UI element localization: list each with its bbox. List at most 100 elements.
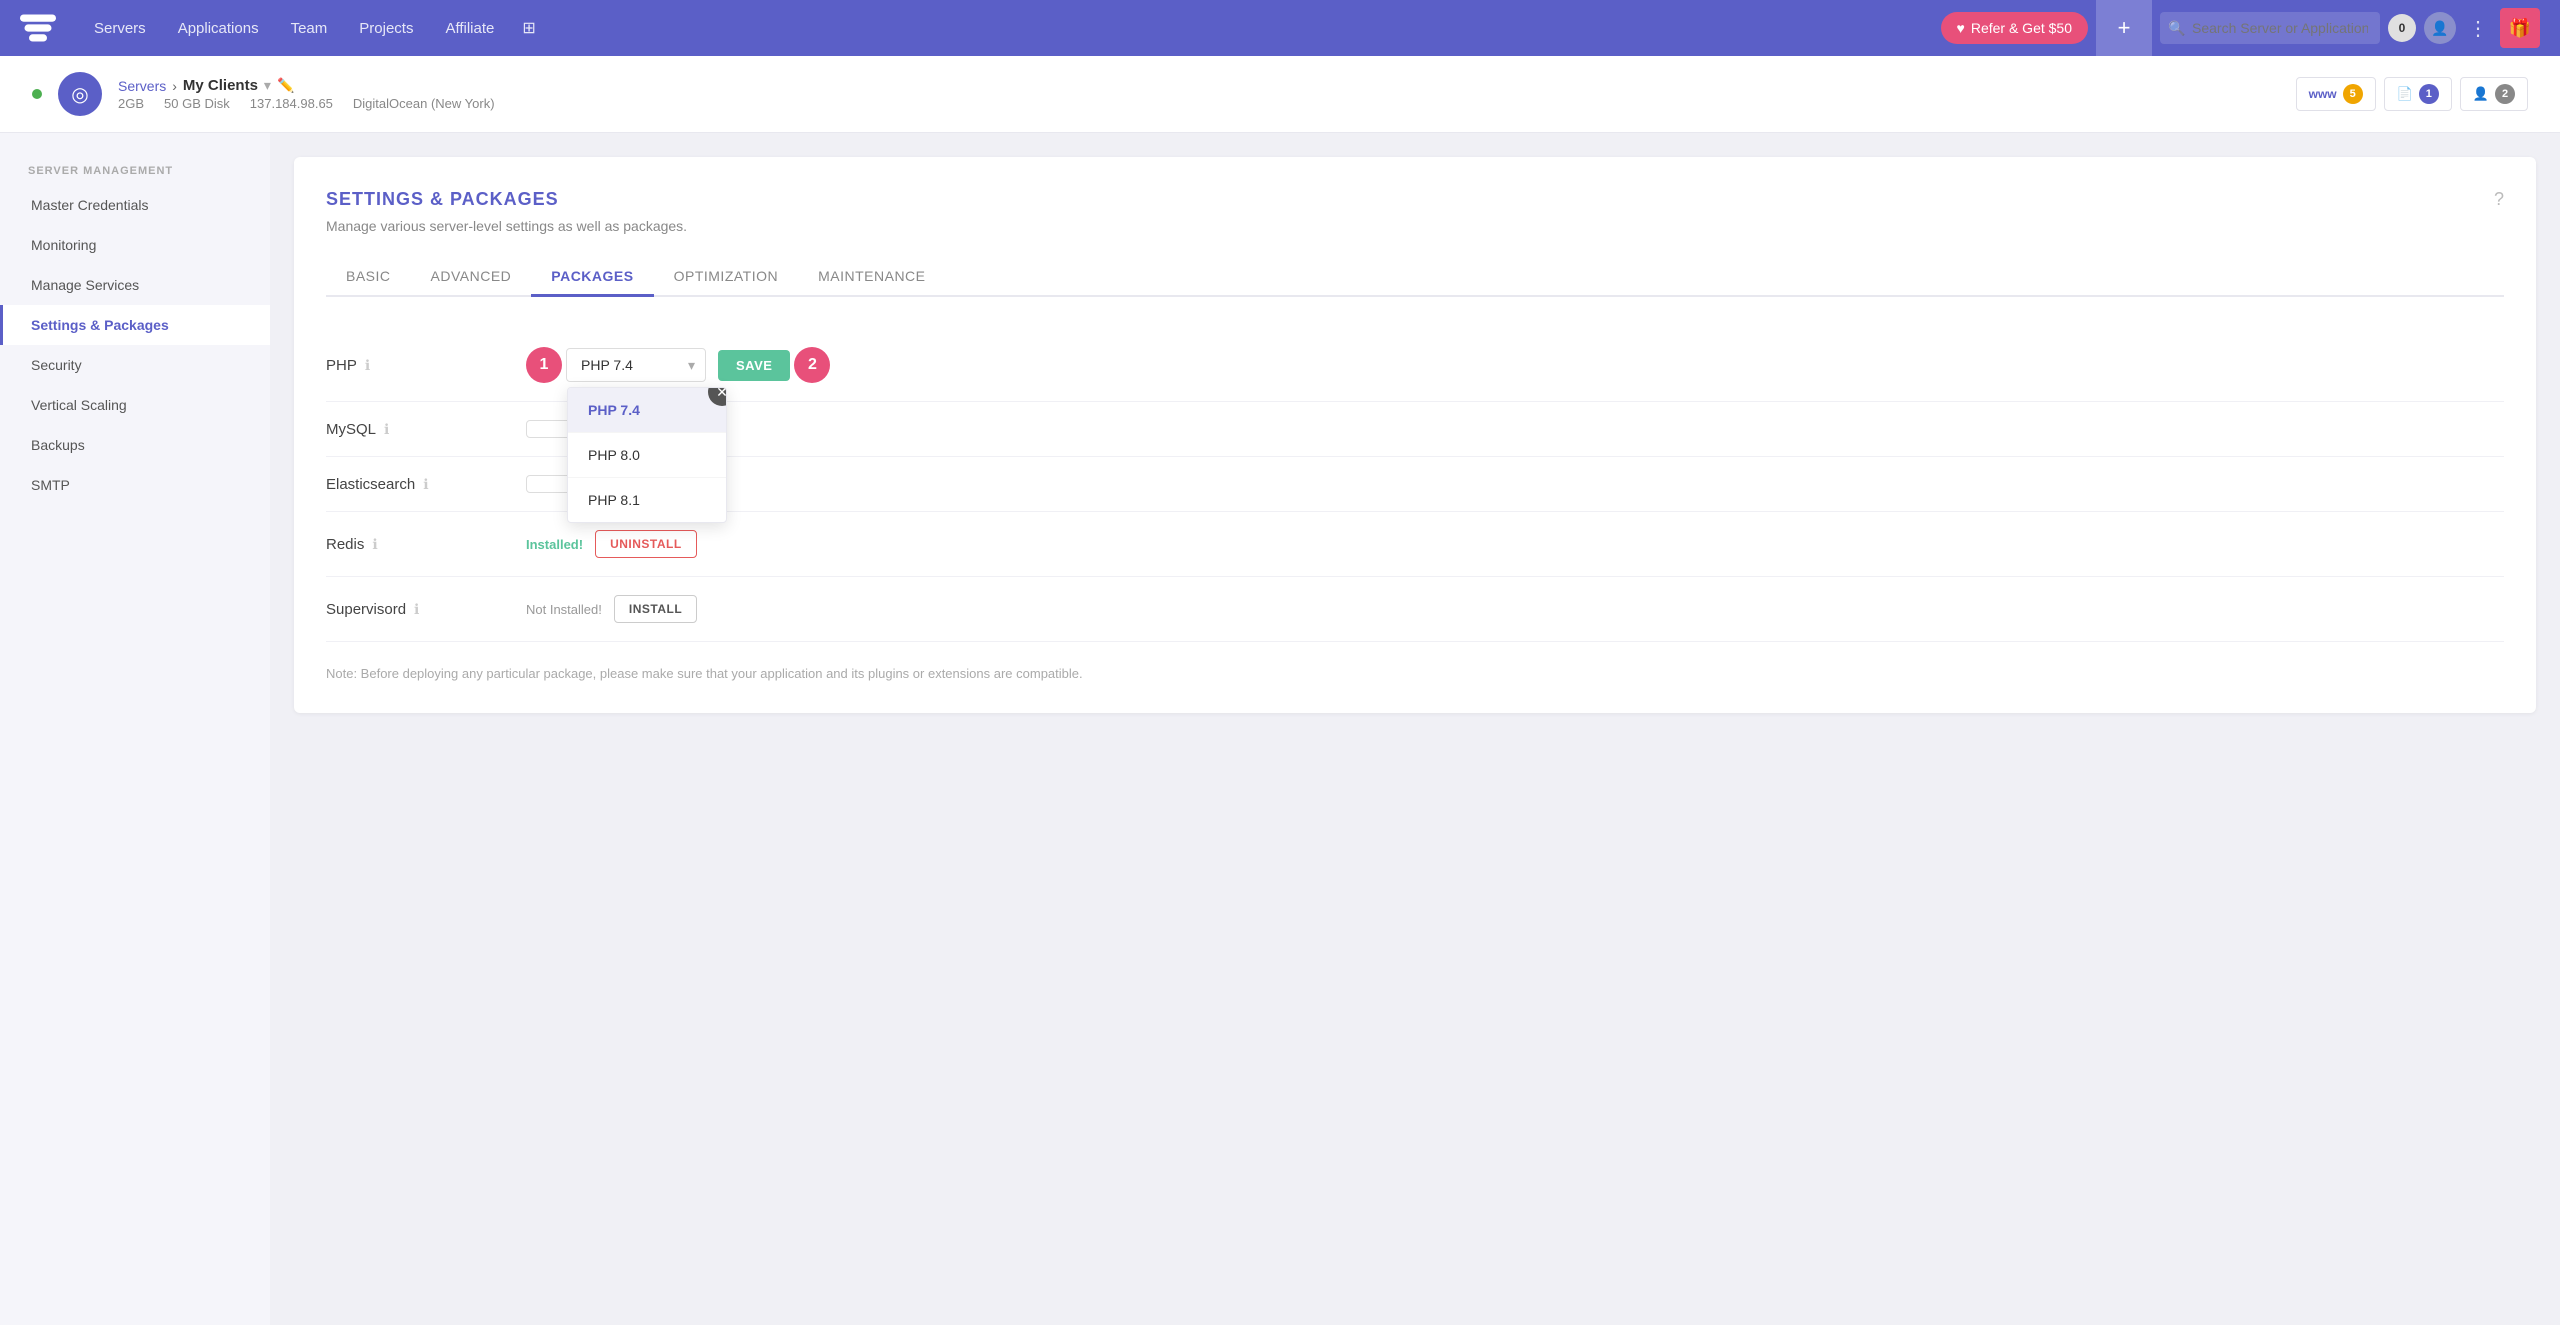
supervisord-status: Not Installed! xyxy=(526,602,602,617)
server-ip: 137.184.98.65 xyxy=(250,96,333,111)
server-info-left: ◎ Servers › My Clients ▾ ✏️ 2GB 50 GB Di… xyxy=(32,72,495,116)
nav-servers[interactable]: Servers xyxy=(80,12,160,45)
topnav-right: ♥ Refer & Get $50 + 🔍 0 👤 ⋮ 🎁 xyxy=(1941,0,2540,56)
avatar[interactable]: 👤 xyxy=(2424,12,2456,44)
redis-status: Installed! xyxy=(526,537,583,552)
redis-uninstall-button[interactable]: UNINSTALL xyxy=(595,530,697,558)
php-version-select[interactable]: PHP 7.4 ✕ PHP 7.4 PHP 8.0 PHP 8.1 xyxy=(566,348,706,382)
search-input[interactable] xyxy=(2160,12,2380,44)
stat-badge-files[interactable]: 📄 1 xyxy=(2384,77,2452,111)
php-info-icon[interactable]: ℹ xyxy=(365,357,370,374)
mysql-info-icon[interactable]: ℹ xyxy=(384,421,389,438)
tab-packages[interactable]: PACKAGES xyxy=(531,258,653,297)
add-button[interactable]: + xyxy=(2096,0,2152,56)
stat-badge-users[interactable]: 👤 2 xyxy=(2460,77,2528,111)
sites-count: 5 xyxy=(2343,84,2363,104)
card-title: SETTINGS & PACKAGES xyxy=(326,189,2504,210)
breadcrumb-separator: › xyxy=(172,78,177,94)
edit-icon[interactable]: ✏️ xyxy=(277,77,294,94)
redis-info-icon[interactable]: ℹ xyxy=(372,536,377,553)
elasticsearch-info-icon[interactable]: ℹ xyxy=(423,476,428,493)
package-row-supervisord: Supervisord ℹ Not Installed! INSTALL xyxy=(326,577,2504,642)
files-icon: 📄 xyxy=(2397,86,2413,102)
breadcrumb-servers[interactable]: Servers xyxy=(118,78,166,94)
tab-advanced[interactable]: ADVANCED xyxy=(411,258,532,297)
content: SETTINGS & PACKAGES Manage various serve… xyxy=(270,133,2560,1325)
php-select-wrapper: 1 PHP 7.4 ✕ PHP 7.4 PHP 8.0 PHP 8.1 xyxy=(526,347,830,383)
server-disk: 50 GB Disk xyxy=(164,96,230,111)
nav-projects[interactable]: Projects xyxy=(345,12,427,45)
sidebar-item-manage-services[interactable]: Manage Services xyxy=(0,265,270,305)
elasticsearch-label: Elasticsearch ℹ xyxy=(326,476,526,493)
tab-maintenance[interactable]: MAINTENANCE xyxy=(798,258,945,297)
tab-optimization[interactable]: OPTIMIZATION xyxy=(654,258,799,297)
save-button[interactable]: SAVE xyxy=(718,350,790,381)
supervisord-label-text: Supervisord xyxy=(326,601,406,618)
step-2-circle: 2 xyxy=(794,347,830,383)
elasticsearch-label-text: Elasticsearch xyxy=(326,476,415,493)
sidebar-item-monitoring[interactable]: Monitoring xyxy=(0,225,270,265)
main-layout: Server Management Master Credentials Mon… xyxy=(0,133,2560,1325)
notification-badge[interactable]: 0 xyxy=(2388,14,2416,42)
logo[interactable] xyxy=(20,10,56,46)
nav-applications[interactable]: Applications xyxy=(164,12,273,45)
php-option-81[interactable]: PHP 8.1 xyxy=(568,478,726,522)
sidebar-item-settings-packages[interactable]: Settings & Packages xyxy=(0,305,270,345)
topnav: Servers Applications Team Projects Affil… xyxy=(0,0,2560,56)
server-provider: DigitalOcean (New York) xyxy=(353,96,495,111)
mysql-value xyxy=(526,420,2504,438)
sidebar: Server Management Master Credentials Mon… xyxy=(0,133,270,1325)
server-avatar: ◎ xyxy=(58,72,102,116)
users-count: 2 xyxy=(2495,84,2515,104)
sidebar-item-master-credentials[interactable]: Master Credentials xyxy=(0,185,270,225)
supervisord-info-icon[interactable]: ℹ xyxy=(414,601,419,618)
users-icon: 👤 xyxy=(2473,86,2489,102)
nav-team[interactable]: Team xyxy=(277,12,342,45)
sidebar-item-security[interactable]: Security xyxy=(0,345,270,385)
tabs: BASIC ADVANCED PACKAGES OPTIMIZATION MAI… xyxy=(326,258,2504,297)
www-icon: www xyxy=(2309,87,2337,101)
redis-value: Installed! UNINSTALL xyxy=(526,530,2504,558)
package-note: Note: Before deploying any particular pa… xyxy=(326,666,2504,681)
package-row-php: PHP ℹ 1 PHP 7.4 ✕ PHP 7.4 xyxy=(326,329,2504,402)
files-count: 1 xyxy=(2419,84,2439,104)
card-subtitle: Manage various server-level settings as … xyxy=(326,218,2504,234)
redis-label-text: Redis xyxy=(326,536,364,553)
sidebar-item-backups[interactable]: Backups xyxy=(0,425,270,465)
supervisord-label: Supervisord ℹ xyxy=(326,601,526,618)
php-label: PHP ℹ xyxy=(326,357,526,374)
php-label-text: PHP xyxy=(326,357,357,374)
sidebar-item-vertical-scaling[interactable]: Vertical Scaling xyxy=(0,385,270,425)
server-bar-right: www 5 📄 1 👤 2 xyxy=(2296,77,2528,111)
php-value: 1 PHP 7.4 ✕ PHP 7.4 PHP 8.0 PHP 8.1 xyxy=(526,347,2504,383)
content-card: SETTINGS & PACKAGES Manage various serve… xyxy=(294,157,2536,713)
refer-button[interactable]: ♥ Refer & Get $50 xyxy=(1941,12,2088,44)
tab-basic[interactable]: BASIC xyxy=(326,258,411,297)
search-wrapper: 🔍 xyxy=(2160,12,2380,44)
nav-links: Servers Applications Team Projects Affil… xyxy=(80,10,1941,46)
more-icon[interactable]: ⋮ xyxy=(2464,12,2492,45)
grid-icon[interactable]: ⊞ xyxy=(512,10,545,46)
php-option-74[interactable]: PHP 7.4 xyxy=(568,388,726,433)
php-selected-value: PHP 7.4 xyxy=(581,357,633,373)
server-bar: ◎ Servers › My Clients ▾ ✏️ 2GB 50 GB Di… xyxy=(0,56,2560,133)
php-option-80[interactable]: PHP 8.0 xyxy=(568,433,726,478)
server-details: 2GB 50 GB Disk 137.184.98.65 DigitalOcea… xyxy=(118,96,495,111)
mysql-label: MySQL ℹ xyxy=(326,421,526,438)
server-status-dot xyxy=(32,89,42,99)
breadcrumb: Servers › My Clients ▾ ✏️ xyxy=(118,77,495,94)
sidebar-item-smtp[interactable]: SMTP xyxy=(0,465,270,505)
stat-badge-sites[interactable]: www 5 xyxy=(2296,77,2376,111)
server-name: My Clients xyxy=(183,77,258,94)
server-info: Servers › My Clients ▾ ✏️ 2GB 50 GB Disk… xyxy=(118,77,495,111)
mysql-label-text: MySQL xyxy=(326,421,376,438)
nav-affiliate[interactable]: Affiliate xyxy=(431,12,508,45)
heart-icon: ♥ xyxy=(1957,20,1965,36)
sidebar-section-title: Server Management xyxy=(0,153,270,185)
server-dropdown-icon[interactable]: ▾ xyxy=(264,77,271,94)
redis-label: Redis ℹ xyxy=(326,536,526,553)
php-dropdown-menu: ✕ PHP 7.4 PHP 8.0 PHP 8.1 xyxy=(567,387,727,523)
help-icon[interactable]: ? xyxy=(2494,189,2504,210)
gift-button[interactable]: 🎁 xyxy=(2500,8,2540,48)
supervisord-install-button[interactable]: INSTALL xyxy=(614,595,697,623)
